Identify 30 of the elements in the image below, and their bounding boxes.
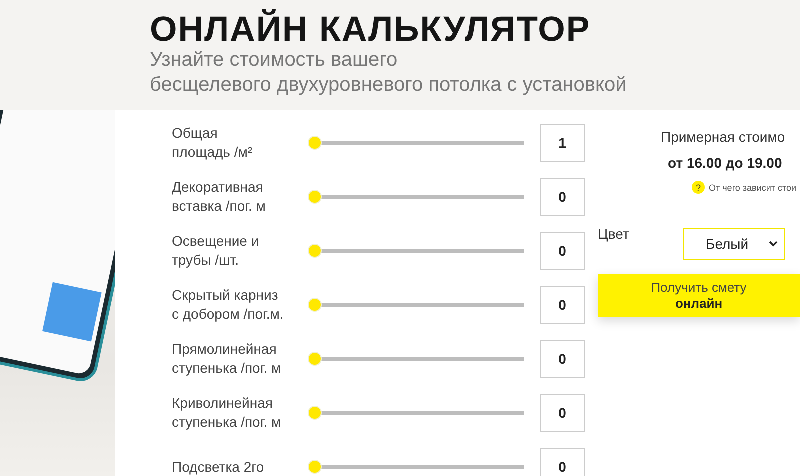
page-subtitle: Узнайте стоимость вашего бесщелевого двухуровневого потолка с установкой — [150, 48, 628, 98]
color-label: Цвет — [598, 226, 630, 242]
get-estimate-button[interactable]: Получить смету онлайн — [598, 274, 800, 317]
slider-thumb[interactable] — [308, 136, 322, 150]
slider-thumb[interactable] — [308, 460, 322, 474]
value-field[interactable]: 1 — [540, 124, 585, 162]
value-field[interactable]: 0 — [540, 286, 585, 324]
slider-label: Криволинейная ступенька /пог. м — [172, 394, 282, 432]
slider-label: Освещение и трубы /шт. — [172, 232, 260, 270]
price-range: от 16.00 до 19.00 — [667, 155, 784, 171]
estimate-title: Примерная стоимо — [660, 129, 786, 145]
value-field[interactable]: 0 — [540, 394, 585, 432]
slider-thumb[interactable] — [308, 298, 322, 312]
value-field[interactable]: 0 — [540, 340, 585, 378]
slider-label: Общая площадь /м² — [172, 124, 254, 162]
slider-label: Скрытый карниз с добором /пог.м. — [172, 286, 285, 324]
color-select[interactable]: Белый — [683, 228, 785, 260]
slider-label: Декоративная вставка /пог. м — [172, 178, 267, 216]
chevron-icon — [769, 241, 778, 247]
slider-thumb[interactable] — [308, 190, 322, 204]
value-field[interactable]: 0 — [540, 448, 585, 476]
value-field[interactable]: 0 — [540, 232, 585, 270]
slider-thumb[interactable] — [308, 244, 322, 258]
slider-thumb[interactable] — [308, 352, 322, 366]
help-icon[interactable]: ? — [692, 181, 705, 194]
slider-label: Подсветка 2го — [172, 458, 266, 476]
slider-label: Прямолинейная ступенька /пог. м — [172, 340, 282, 378]
slider-thumb[interactable] — [308, 406, 322, 420]
value-field[interactable]: 0 — [540, 178, 585, 216]
help-link[interactable]: От чего зависит стои — [709, 182, 797, 192]
